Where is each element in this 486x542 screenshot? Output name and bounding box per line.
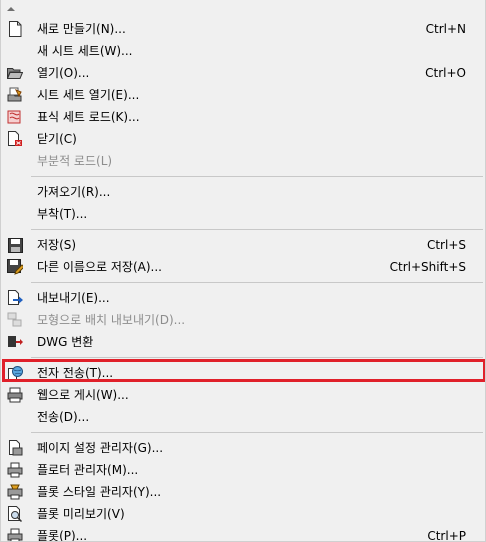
new-file-icon <box>7 21 23 37</box>
menu-item-label: 플롯(P)... <box>37 529 88 542</box>
menu-item-save-as[interactable]: 다른 이름으로 저장(A)... Ctrl+Shift+S <box>1 256 485 278</box>
menu-item-plot-style-manager[interactable]: 플롯 스타일 관리자(Y)... <box>1 481 485 503</box>
menu-item-label: 전자 전송(T)... <box>37 366 114 380</box>
menu-item-label: 부착(T)... <box>37 207 88 221</box>
plot-style-icon <box>7 484 23 500</box>
menu-item-new-sheet-set[interactable]: 새 시트 세트(W)... <box>1 40 485 62</box>
menu-item-label: 페이지 설정 관리자(G)... <box>37 441 164 455</box>
menu-item-shortcut: Ctrl+P <box>427 529 466 542</box>
menu-item-label: 새로 만들기(N)... <box>37 22 126 36</box>
menu-item-label: 열기(O)... <box>37 66 90 80</box>
menu-item-etransmit[interactable]: 전자 전송(T)... <box>1 362 485 384</box>
menu-item-label: 모형으로 배치 내보내기(D)... <box>37 313 186 327</box>
publish-web-icon <box>7 387 23 403</box>
menu-item-plotter-manager[interactable]: 플로터 관리자(M)... <box>1 459 485 481</box>
menu-item-load-markup-set[interactable]: 표식 세트 로드(K)... <box>1 106 485 128</box>
scroll-up-arrow[interactable] <box>1 0 485 18</box>
menu-item-send[interactable]: 전송(D)... <box>1 406 485 428</box>
menu-item-shortcut: Ctrl+S <box>426 238 466 252</box>
plot-icon <box>7 528 23 541</box>
plotter-manager-icon <box>7 462 23 478</box>
menu-item-label: 웹으로 게시(W)... <box>37 388 129 402</box>
menu-item-label: 플롯 미리보기(V) <box>37 507 125 521</box>
menu-separator <box>1 353 485 362</box>
menu-separator <box>1 225 485 234</box>
menu-item-open-sheet-set[interactable]: 시트 세트 열기(E)... <box>1 84 485 106</box>
menu-item-new[interactable]: 새로 만들기(N)... Ctrl+N <box>1 18 485 40</box>
chevron-up-icon <box>7 7 15 11</box>
dwg-convert-icon <box>7 334 23 350</box>
save-as-icon <box>7 259 23 275</box>
menu-item-dwg-convert[interactable]: DWG 변환 <box>1 331 485 353</box>
menu-item-shortcut: Ctrl+Shift+S <box>389 260 466 274</box>
menu-item-shortcut: Ctrl+N <box>425 22 466 36</box>
menu-item-label: 플롯 스타일 관리자(Y)... <box>37 485 162 499</box>
menu-item-label: 저장(S) <box>37 238 77 252</box>
menu-item-label: 전송(D)... <box>37 410 90 424</box>
menu-item-open[interactable]: 열기(O)... Ctrl+O <box>1 62 485 84</box>
menu-item-label: DWG 변환 <box>37 335 94 349</box>
menu-item-label: 새 시트 세트(W)... <box>37 44 133 58</box>
menu-item-plot-preview[interactable]: 플롯 미리보기(V) <box>1 503 485 525</box>
menu-item-export-layout-to-model: 모형으로 배치 내보내기(D)... <box>1 309 485 331</box>
menu-separator <box>1 172 485 181</box>
save-icon <box>7 237 23 253</box>
menu-separator <box>1 278 485 287</box>
menu-item-label: 플로터 관리자(M)... <box>37 463 139 477</box>
menu-item-plot[interactable]: 플롯(P)... Ctrl+P <box>1 525 485 542</box>
menu-item-shortcut: Ctrl+O <box>425 66 466 80</box>
plot-preview-icon <box>7 506 23 522</box>
menu-item-import[interactable]: 가져오기(R)... <box>1 181 485 203</box>
menu-item-label: 닫기(C) <box>37 132 77 146</box>
menu-separator <box>1 428 485 437</box>
menu-item-label: 가져오기(R)... <box>37 185 111 199</box>
open-sheet-set-icon <box>7 87 23 103</box>
menu-item-partial-load: 부분적 로드(L) <box>1 150 485 172</box>
menu-item-save[interactable]: 저장(S) Ctrl+S <box>1 234 485 256</box>
menu-item-export[interactable]: 내보내기(E)... <box>1 287 485 309</box>
menu-item-attach[interactable]: 부착(T)... <box>1 203 485 225</box>
menu-item-label: 부분적 로드(L) <box>37 154 113 168</box>
open-folder-icon <box>7 65 23 81</box>
menu-item-label: 다른 이름으로 저장(A)... <box>37 260 162 274</box>
markup-set-icon <box>7 109 23 125</box>
etransmit-icon <box>7 365 23 381</box>
menu-item-label: 내보내기(E)... <box>37 291 110 305</box>
menu-item-close[interactable]: 닫기(C) <box>1 128 485 150</box>
close-file-icon <box>7 131 23 147</box>
export-icon <box>7 290 23 306</box>
file-menu: 새로 만들기(N)... Ctrl+N 새 시트 세트(W)... 열기(O).… <box>0 0 486 542</box>
menu-item-page-setup-manager[interactable]: 페이지 설정 관리자(G)... <box>1 437 485 459</box>
menu-item-label: 표식 세트 로드(K)... <box>37 110 140 124</box>
export-layout-icon <box>7 312 23 328</box>
menu-item-label: 시트 세트 열기(E)... <box>37 88 140 102</box>
page-setup-icon <box>7 440 23 456</box>
menu-item-publish-to-web[interactable]: 웹으로 게시(W)... <box>1 384 485 406</box>
